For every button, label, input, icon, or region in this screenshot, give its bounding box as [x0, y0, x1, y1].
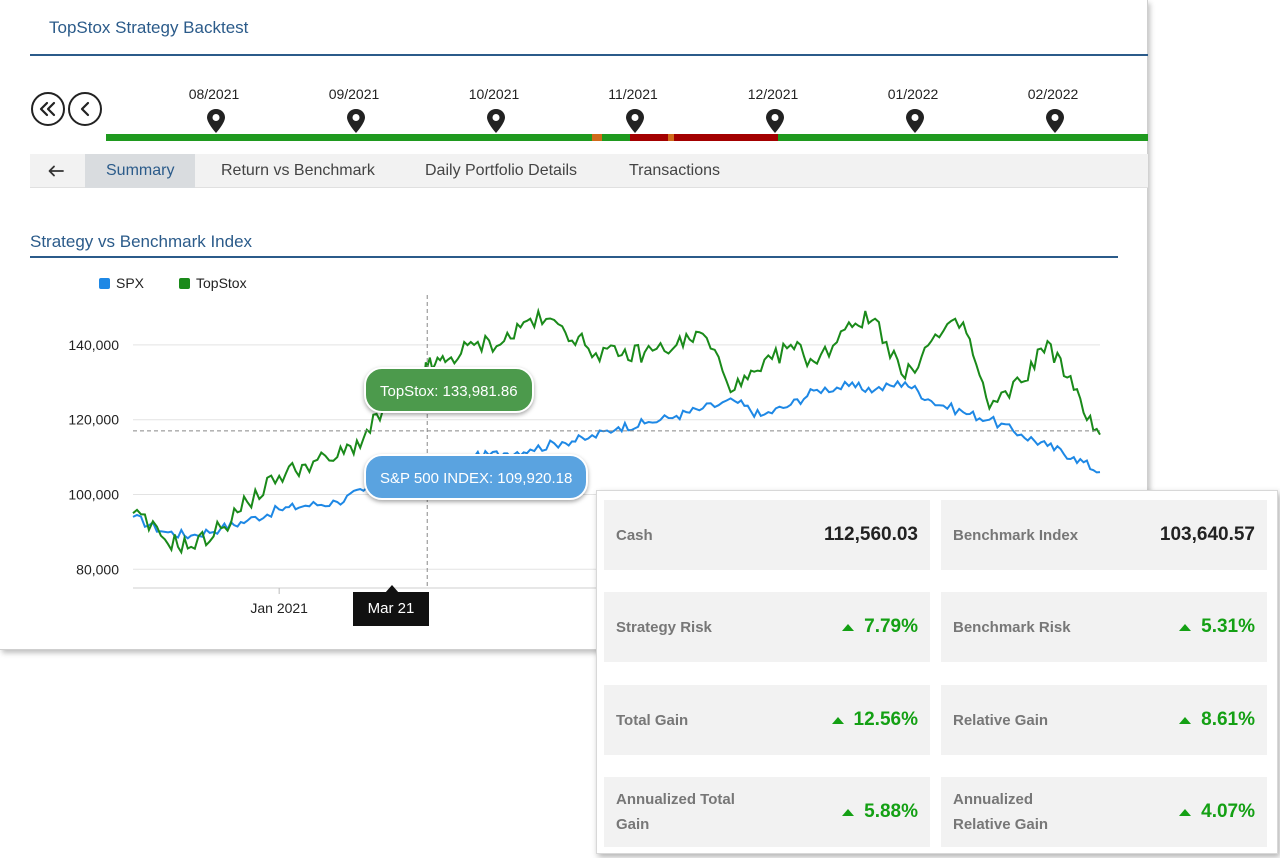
x-tick-label: Jan 2021: [250, 600, 308, 616]
stat-value: 112,560.03: [823, 524, 918, 545]
crosshair-x-label: Mar 21: [353, 592, 429, 626]
legend-item-topstox[interactable]: TopStox: [179, 275, 247, 291]
stat-value-text: 5.31%: [1201, 616, 1255, 637]
section-divider: [30, 256, 1118, 258]
timeline-status-bar: [106, 134, 1148, 141]
legend-item-spx[interactable]: SPX: [99, 275, 144, 291]
legend-label: TopStox: [196, 275, 247, 291]
y-tick-label: 100,000: [68, 486, 119, 502]
triangle-up-icon: [1179, 716, 1192, 724]
stat-value-text: 4.07%: [1201, 801, 1255, 822]
stat-label: Benchmark Risk: [953, 618, 1071, 636]
stat-value-text: 5.88%: [864, 801, 918, 822]
timeline-segment-good: [778, 134, 1148, 141]
stat-label: Cash: [616, 526, 653, 544]
timeline-segment-good: [106, 134, 592, 141]
stat-card-benchmark-risk: Benchmark Risk 5.31%: [941, 592, 1267, 662]
stat-value: 7.79%: [842, 616, 918, 638]
stat-value: 103,640.57: [1159, 524, 1255, 545]
triangle-up-icon: [831, 716, 844, 724]
stat-value: 12.56%: [831, 709, 918, 731]
stat-card-cash: Cash 112,560.03: [604, 500, 930, 570]
stat-value-text: 7.79%: [864, 616, 918, 637]
legend-label: SPX: [116, 275, 145, 291]
stat-card-strategy-risk: Strategy Risk 7.79%: [604, 592, 930, 662]
stat-value: 5.88%: [842, 801, 918, 823]
stat-card-annualized-total-gain: Annualized Total Gain 5.88%: [604, 777, 930, 847]
stat-value: 5.31%: [1179, 616, 1255, 638]
triangle-up-icon: [1179, 623, 1192, 631]
double-chevron-left-icon: [39, 101, 56, 117]
map-pin-icon[interactable]: [346, 108, 366, 134]
stat-label: Annualized Relative Gain: [953, 791, 1049, 833]
stat-card-annualized-relative-gain: Annualized Relative Gain 4.07%: [941, 777, 1267, 847]
legend-swatch: [179, 277, 190, 289]
map-pin-icon[interactable]: [765, 108, 785, 134]
stat-label: Total Gain: [616, 711, 689, 729]
timeline-month-label: 02/2022: [1027, 86, 1079, 102]
stats-panel: Cash 112,560.03 Benchmark Index 103,640.…: [596, 490, 1278, 854]
timeline-segment-good: [602, 134, 630, 141]
tab-summary[interactable]: Summary: [85, 154, 196, 188]
triangle-up-icon: [842, 623, 855, 631]
tab-return-vs-benchmark[interactable]: Return vs Benchmark: [200, 154, 396, 188]
timeline-month-label: 12/2021: [747, 86, 799, 102]
stat-value-text: 8.61%: [1201, 709, 1255, 730]
map-pin-icon[interactable]: [486, 108, 506, 134]
timeline-segment-bad: [630, 134, 668, 141]
timeline-month-label: 11/2021: [608, 86, 658, 102]
arrow-left-icon: [48, 165, 64, 177]
tooltip-topstox: TopStox: 133,981.86: [364, 367, 534, 413]
stat-label: Relative Gain: [953, 711, 1049, 729]
stat-value-text: 12.56%: [853, 709, 918, 730]
stat-label: Annualized Total Gain: [616, 791, 735, 833]
map-pin-icon[interactable]: [1045, 108, 1065, 134]
y-tick-label: 140,000: [68, 337, 119, 353]
timeline-month-label: 01/2022: [887, 86, 939, 102]
app-title: TopStox Strategy Backtest: [49, 18, 249, 37]
timeline-segment-warning: [592, 134, 602, 141]
timeline-segment-bad: [674, 134, 778, 141]
title-divider: [30, 54, 1148, 56]
triangle-up-icon: [842, 808, 855, 816]
first-period-button[interactable]: [31, 92, 65, 126]
stat-value: 8.61%: [1179, 709, 1255, 731]
back-button[interactable]: [30, 154, 82, 188]
tab-daily-portfolio-details[interactable]: Daily Portfolio Details: [404, 154, 598, 188]
map-pin-icon[interactable]: [905, 108, 925, 134]
y-tick-label: 80,000: [76, 561, 119, 577]
map-pin-icon[interactable]: [206, 108, 226, 134]
stat-card-relative-gain: Relative Gain 8.61%: [941, 685, 1267, 755]
timeline-month-label: 10/2021: [468, 86, 520, 102]
stat-card-benchmark-index: Benchmark Index 103,640.57: [941, 500, 1267, 570]
stat-value: 4.07%: [1179, 801, 1255, 823]
tab-bar: Summary Return vs Benchmark Daily Portfo…: [30, 154, 1148, 188]
stat-label: Benchmark Index: [953, 526, 1079, 544]
stat-label: Strategy Risk: [616, 618, 712, 636]
timeline-month-label: 09/2021: [328, 86, 380, 102]
tooltip-spx: S&P 500 INDEX: 109,920.18: [364, 454, 589, 500]
legend-swatch: [99, 277, 110, 289]
map-pin-icon[interactable]: [625, 108, 645, 134]
timeline-month-label: 08/2021: [188, 86, 240, 102]
stat-card-total-gain: Total Gain 12.56%: [604, 685, 930, 755]
y-tick-label: 120,000: [68, 412, 119, 428]
triangle-up-icon: [1179, 808, 1192, 816]
previous-period-button[interactable]: [68, 92, 102, 126]
chevron-left-icon: [80, 101, 90, 117]
tab-transactions[interactable]: Transactions: [608, 154, 741, 188]
section-title: Strategy vs Benchmark Index: [30, 232, 253, 251]
